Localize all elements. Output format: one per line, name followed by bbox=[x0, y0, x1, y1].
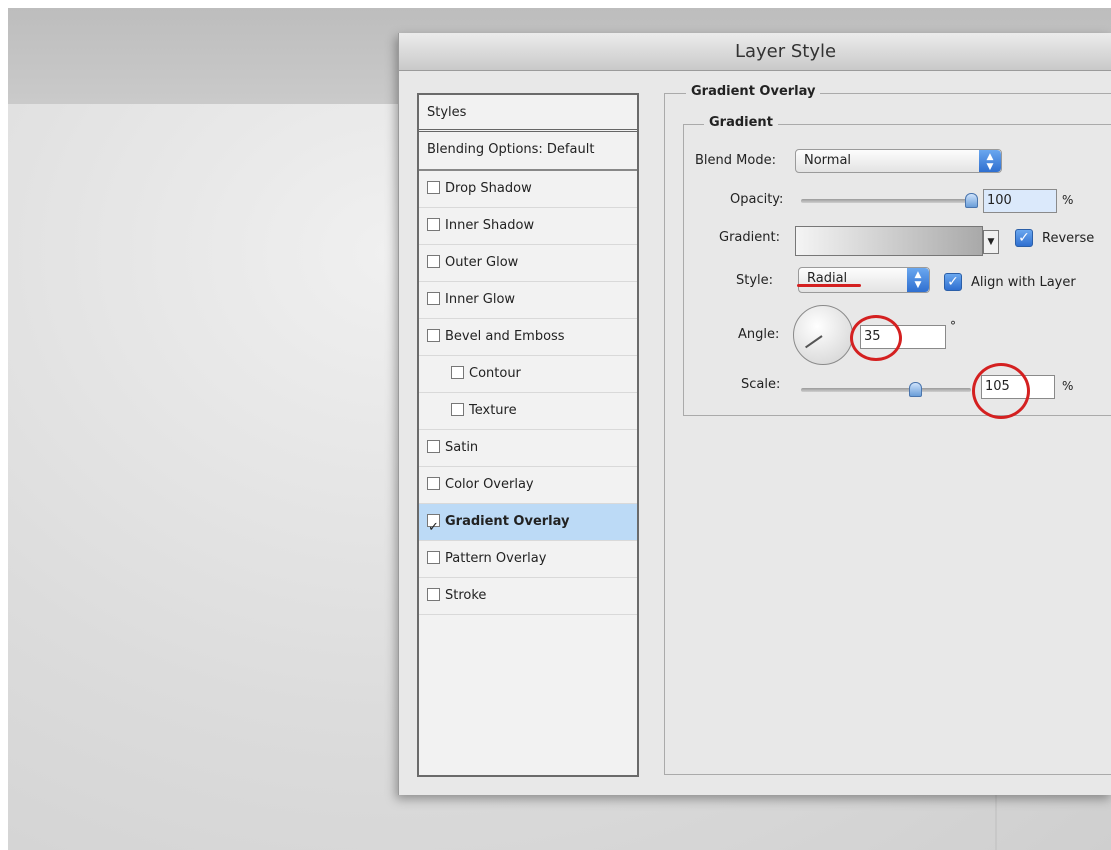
styles-header-label: Styles bbox=[427, 105, 467, 120]
style-item[interactable]: Texture bbox=[419, 393, 637, 430]
angle-highlight-circle bbox=[850, 315, 902, 361]
style-item-checkbox[interactable] bbox=[451, 403, 464, 416]
select-arrows-icon: ▲ ▼ bbox=[979, 150, 1001, 172]
style-item-label: Inner Glow bbox=[445, 292, 516, 307]
style-item-label: Outer Glow bbox=[445, 255, 519, 270]
style-item[interactable]: Contour bbox=[419, 356, 637, 393]
align-with-layer-label: Align with Layer bbox=[971, 275, 1076, 290]
dialog-title: Layer Style bbox=[734, 41, 837, 62]
gradient-overlay-title: Gradient Overlay bbox=[686, 84, 821, 99]
layer-style-dialog: Layer Style Styles Blending Options: Def… bbox=[398, 33, 1111, 795]
angle-label: Angle: bbox=[738, 327, 780, 342]
style-label: Style: bbox=[736, 273, 774, 288]
style-item[interactable]: Inner Glow bbox=[419, 282, 637, 319]
gradient-preview[interactable] bbox=[795, 226, 983, 256]
opacity-slider-thumb[interactable] bbox=[965, 193, 978, 208]
style-item-label: Bevel and Emboss bbox=[445, 329, 565, 344]
blending-options-label: Blending Options: Default bbox=[427, 142, 595, 157]
styles-list: Styles Blending Options: Default Drop Sh… bbox=[417, 93, 639, 777]
opacity-value: 100 bbox=[987, 193, 1012, 208]
blend-mode-select[interactable]: Normal ▲ ▼ bbox=[795, 149, 1002, 173]
opacity-slider-track[interactable] bbox=[801, 199, 971, 203]
opacity-unit: % bbox=[1062, 193, 1074, 207]
canvas-divider bbox=[995, 795, 997, 850]
style-item[interactable]: Drop Shadow bbox=[419, 171, 637, 208]
style-item-checkbox[interactable] bbox=[427, 440, 440, 453]
dialog-titlebar[interactable]: Layer Style bbox=[399, 33, 1111, 71]
style-item-label: Inner Shadow bbox=[445, 218, 535, 233]
gradient-label: Gradient: bbox=[719, 230, 780, 245]
style-item[interactable]: Bevel and Emboss bbox=[419, 319, 637, 356]
opacity-label: Opacity: bbox=[730, 192, 784, 207]
scale-highlight-circle bbox=[972, 363, 1030, 419]
style-item-label: Contour bbox=[469, 366, 521, 381]
blend-mode-label: Blend Mode: bbox=[695, 153, 776, 168]
style-item-checkbox[interactable] bbox=[427, 292, 440, 305]
style-item-checkbox[interactable] bbox=[451, 366, 464, 379]
style-item-checkbox[interactable] bbox=[427, 218, 440, 231]
style-item-label: Pattern Overlay bbox=[445, 551, 547, 566]
align-with-layer-checkbox[interactable]: ✓ bbox=[944, 273, 962, 291]
scale-slider-track[interactable] bbox=[801, 388, 971, 392]
blending-options-item[interactable]: Blending Options: Default bbox=[419, 132, 637, 171]
style-item-label: Color Overlay bbox=[445, 477, 534, 492]
style-item[interactable]: Pattern Overlay bbox=[419, 541, 637, 578]
scale-slider-thumb[interactable] bbox=[908, 382, 922, 397]
opacity-input[interactable]: 100 bbox=[983, 189, 1057, 213]
style-item-checkbox[interactable] bbox=[427, 551, 440, 564]
style-item-checkbox[interactable] bbox=[427, 588, 440, 601]
style-item[interactable]: Gradient Overlay bbox=[419, 504, 637, 546]
style-item-checkbox[interactable] bbox=[427, 181, 440, 194]
select-arrows-icon: ▲ ▼ bbox=[907, 268, 929, 292]
style-item-label: Stroke bbox=[445, 588, 487, 603]
scale-label: Scale: bbox=[741, 377, 781, 392]
style-item[interactable]: Outer Glow bbox=[419, 245, 637, 282]
style-item-label: Gradient Overlay bbox=[445, 514, 570, 529]
reverse-checkbox[interactable]: ✓ bbox=[1015, 229, 1033, 247]
style-item-checkbox[interactable] bbox=[427, 255, 440, 268]
gradient-picker-arrow-icon[interactable]: ▼ bbox=[983, 230, 999, 254]
style-item-checkbox[interactable] bbox=[427, 329, 440, 342]
radial-underline-annotation bbox=[797, 284, 861, 287]
style-item[interactable]: Inner Shadow bbox=[419, 208, 637, 245]
styles-list-header[interactable]: Styles bbox=[419, 95, 637, 132]
style-item-checkbox[interactable] bbox=[427, 477, 440, 490]
angle-unit: ° bbox=[950, 319, 956, 333]
gradient-subgroup-title: Gradient bbox=[704, 115, 778, 130]
style-item-label: Texture bbox=[469, 403, 517, 418]
style-item-label: Drop Shadow bbox=[445, 181, 532, 196]
angle-dial[interactable] bbox=[793, 305, 853, 365]
blend-mode-value: Normal bbox=[804, 153, 852, 168]
style-item-checkbox[interactable] bbox=[427, 510, 440, 546]
style-item[interactable]: Satin bbox=[419, 430, 637, 467]
style-items-container: Drop Shadow Inner Shadow Outer Glow Inner G… bbox=[419, 171, 637, 615]
scale-unit: % bbox=[1062, 379, 1074, 393]
style-item[interactable]: Color Overlay bbox=[419, 467, 637, 504]
style-item-label: Satin bbox=[445, 440, 479, 455]
style-item[interactable]: Stroke bbox=[419, 578, 637, 615]
style-select[interactable]: Radial ▲ ▼ bbox=[798, 267, 930, 293]
angle-dial-needle bbox=[805, 335, 823, 349]
reverse-label: Reverse bbox=[1042, 231, 1095, 246]
